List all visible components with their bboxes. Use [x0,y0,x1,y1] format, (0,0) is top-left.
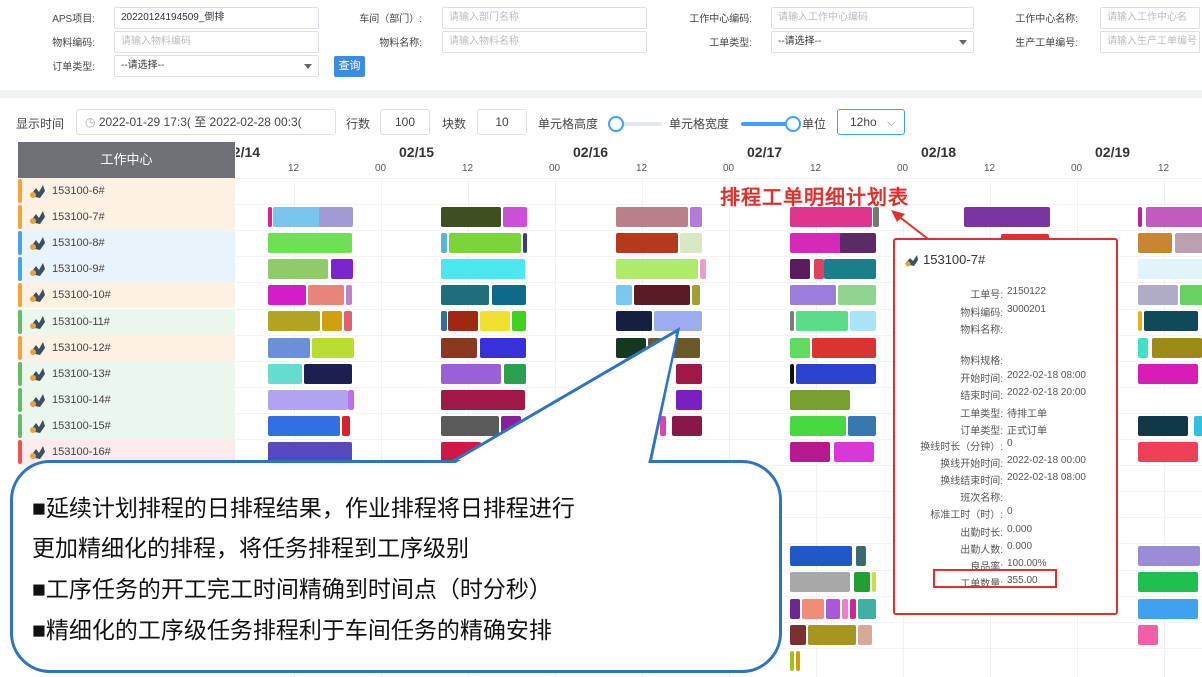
bubble-line: ■工序任务的开工完工时间精确到时间点（时分秒） [32,576,552,602]
bubble-line: ■延续计划排程的日排程结果，作业排程将日排程进行 [32,495,575,521]
bubble-line: 更加精细化的排程，将任务排程到工序级别 [32,535,469,561]
bubble-line: ■精细化的工序级任务排程利于车间任务的精确安排 [32,617,552,643]
